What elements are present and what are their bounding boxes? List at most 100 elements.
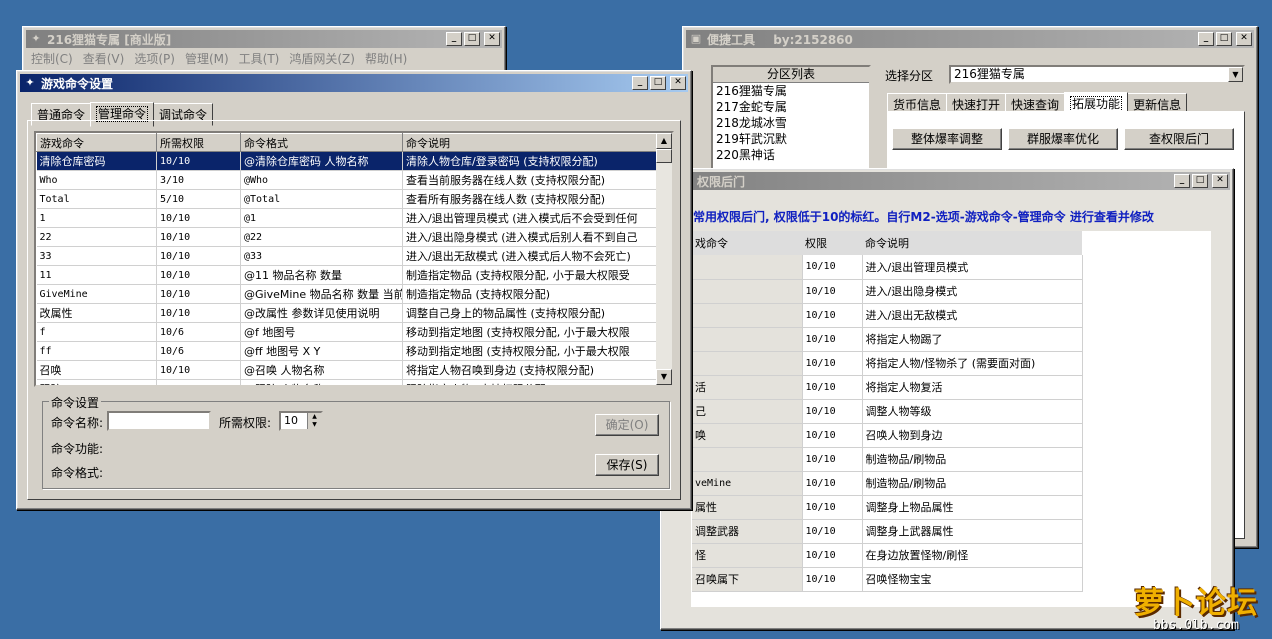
table-row[interactable]: 召唤属下 10/10 召唤怪物宝宝	[692, 567, 1083, 592]
table-cell	[692, 351, 803, 376]
menu-gateway[interactable]: 鸿盾网关(Z)	[284, 50, 360, 67]
menu-view[interactable]: 查看(V)	[78, 50, 130, 67]
menu-control[interactable]: 控制(C)	[26, 50, 78, 67]
command-name-input[interactable]	[107, 411, 211, 431]
table-scrollbar[interactable]: ▲ ▼	[656, 133, 672, 385]
list-item[interactable]: 220黑神话	[713, 147, 869, 163]
backdoor-window: 权限后门 _ □ ✕ 常用权限后门, 权限低于10的标红。自行M2-选项-游戏命…	[660, 168, 1234, 630]
table-cell: 10/10	[802, 447, 863, 472]
main-window-titlebar[interactable]: ✦ 216狸猫专属 [商业版] _ □ ✕	[26, 30, 502, 48]
column-header[interactable]: 所需权限	[156, 133, 241, 152]
command-table[interactable]: 游戏命令 所需权限 命令格式 命令说明 清除仓库密码 10/10 @清除仓库密码 人…	[34, 131, 674, 387]
scroll-down-icon[interactable]: ▼	[656, 369, 672, 385]
main-menubar: 控制(C) 查看(V) 选项(P) 管理(M) 工具(T) 鸿盾网关(Z) 帮助…	[26, 49, 502, 67]
table-row[interactable]: 11 10/10 @11 物品名称 数量 制造指定物品 (支持权限分配, 小于最大权限…	[36, 265, 657, 285]
table-row[interactable]: f 10/6 @f 地图号 移动到指定地图 (支持权限分配, 小于最大权限	[36, 322, 657, 342]
minimize-icon[interactable]: _	[1174, 174, 1190, 188]
scroll-thumb[interactable]	[656, 149, 672, 163]
maximize-icon[interactable]: □	[650, 76, 666, 90]
table-cell: @ff 地图号 X Y	[240, 341, 403, 361]
list-item[interactable]: 216狸猫专属	[713, 83, 869, 99]
cmd-window-titlebar[interactable]: ✦ 游戏命令设置 _ □ ✕	[20, 74, 688, 92]
table-row[interactable]: 10/10 进入/退出隐身模式	[692, 279, 1083, 304]
table-row[interactable]: 10/10 制造物品/刷物品	[692, 447, 1083, 472]
backdoor-window-titlebar[interactable]: 权限后门 _ □ ✕	[664, 172, 1230, 190]
command-function-label: 命令功能:	[51, 442, 104, 456]
table-row[interactable]: 怪 10/10 在身边放置怪物/刷怪	[692, 543, 1083, 568]
table-row[interactable]: 属性 10/10 调整身上物品属性	[692, 495, 1083, 520]
table-row[interactable]: 唤 10/10 召唤人物到身边	[692, 423, 1083, 448]
close-icon[interactable]: ✕	[1212, 174, 1228, 188]
table-row[interactable]: 清除仓库密码 10/10 @清除仓库密码 人物名称 清除人物仓库/登录密码 (支持权限…	[36, 151, 657, 171]
table-row[interactable]: 1 10/10 @1 进入/退出管理员模式 (进入模式后不会受到任何	[36, 208, 657, 228]
table-row[interactable]: 调整武器 10/10 调整身上武器属性	[692, 519, 1083, 544]
menu-help[interactable]: 帮助(H)	[360, 50, 412, 67]
maximize-icon[interactable]: □	[1216, 32, 1232, 46]
table-cell: @Who	[240, 170, 403, 190]
table-cell: 11	[36, 265, 157, 285]
column-header[interactable]: 命令格式	[240, 133, 403, 152]
tool-window-titlebar[interactable]: ▣ 便捷工具 by:2152860 _ □ ✕	[686, 30, 1254, 48]
column-header[interactable]: 游戏命令	[36, 133, 157, 152]
close-icon[interactable]: ✕	[670, 76, 686, 90]
list-item[interactable]: 219轩武沉默	[713, 131, 869, 147]
permission-stepper[interactable]: 10 ▲ ▼	[279, 411, 323, 431]
group-droprate-button[interactable]: 群服爆率优化	[1008, 128, 1118, 150]
permission-value: 10	[284, 414, 298, 427]
table-row[interactable]: Who 3/10 @Who 查看当前服务器在线人数 (支持权限分配)	[36, 170, 657, 190]
column-header[interactable]: 命令说明	[402, 133, 657, 152]
table-row[interactable]: ff 10/6 @ff 地图号 X Y 移动到指定地图 (支持权限分配, 小于最大权限	[36, 341, 657, 361]
partition-select[interactable]: 216狸猫专属 ▼	[949, 65, 1245, 84]
table-cell: 调整武器	[692, 519, 803, 544]
table-row[interactable]: 10/10 进入/退出无敌模式	[692, 303, 1083, 328]
table-row[interactable]: 22 10/10 @22 进入/退出隐身模式 (进入模式后别人看不到自己	[36, 227, 657, 247]
spin-arrows-icon[interactable]: ▲ ▼	[307, 413, 321, 429]
table-cell: 清除人物仓库/登录密码 (支持权限分配)	[402, 151, 657, 171]
column-header[interactable]: 权限	[802, 231, 862, 255]
minimize-icon[interactable]: _	[632, 76, 648, 90]
minimize-icon[interactable]: _	[446, 32, 462, 46]
table-row[interactable]: 10/10 进入/退出管理员模式	[692, 255, 1083, 280]
table-row[interactable]: 跟踪10/10@跟踪 人物名称跟踪指定人物 (支持权限分配)	[36, 379, 657, 385]
chevron-down-icon[interactable]: ▼	[1228, 67, 1243, 82]
table-cell: 怪	[692, 543, 803, 568]
table-row[interactable]: 召唤 10/10 @召唤 人物名称 将指定人物召唤到身边 (支持权限分配)	[36, 360, 657, 380]
table-cell: 进入/退出管理员模式 (进入模式后不会受到任何	[402, 208, 657, 228]
table-row[interactable]: 活 10/10 将指定人物复活	[692, 375, 1083, 400]
menu-options[interactable]: 选项(P)	[129, 50, 180, 67]
minimize-icon[interactable]: _	[1198, 32, 1214, 46]
maximize-icon[interactable]: □	[464, 32, 480, 46]
table-row[interactable]: veMine 10/10 制造物品/刷物品	[692, 471, 1083, 496]
table-cell: 召唤人物到身边	[862, 423, 1083, 448]
table-row[interactable]: 10/10 将指定人物/怪物杀了 (需要面对面)	[692, 351, 1083, 376]
list-item[interactable]: 218龙城冰雪	[713, 115, 869, 131]
confirm-button[interactable]: 确定(O)	[595, 414, 659, 436]
menu-tools[interactable]: 工具(T)	[234, 50, 285, 67]
table-cell: 调整身上武器属性	[862, 519, 1083, 544]
table-row[interactable]: 己 10/10 调整人物等级	[692, 399, 1083, 424]
table-row[interactable]: GiveMine 10/10 @GiveMine 物品名称 数量 当前 制造指定物品 …	[36, 284, 657, 304]
partition-list[interactable]: 分区列表 216狸猫专属 217金蛇专属 218龙城冰雪 219轩武沉默 220…	[711, 65, 871, 173]
close-icon[interactable]: ✕	[484, 32, 500, 46]
table-cell: 10/10	[156, 265, 241, 285]
table-cell: 制造指定物品 (支持权限分配, 小于最大权限受	[402, 265, 657, 285]
overall-droprate-button[interactable]: 整体爆率调整	[892, 128, 1002, 150]
column-header[interactable]: 戏命令	[692, 231, 802, 255]
list-item[interactable]: 217金蛇专属	[713, 99, 869, 115]
column-header[interactable]: 命令说明	[862, 231, 1082, 255]
table-cell: 制造指定物品 (支持权限分配)	[402, 284, 657, 304]
backdoor-table[interactable]: 戏命令 权限 命令说明 10/10 进入/退出管理员模式 10/10 进入/退出隐身模…	[691, 231, 1211, 607]
table-row[interactable]: 改属性 10/10 @改属性 参数详见使用说明 调整自己身上的物品属性 (支持权限分配…	[36, 303, 657, 323]
tool-window-author: by:2152860	[773, 32, 853, 47]
table-cell: 查看所有服务器在线人数 (支持权限分配)	[402, 189, 657, 209]
table-row[interactable]: Total 5/10 @Total 查看所有服务器在线人数 (支持权限分配)	[36, 189, 657, 209]
table-row[interactable]: 33 10/10 @33 进入/退出无敌模式 (进入模式后人物不会死亡)	[36, 246, 657, 266]
scroll-up-icon[interactable]: ▲	[656, 133, 672, 149]
menu-manage[interactable]: 管理(M)	[180, 50, 234, 67]
table-cell: 改属性	[36, 303, 157, 323]
check-backdoor-button[interactable]: 查权限后门	[1124, 128, 1234, 150]
close-icon[interactable]: ✕	[1236, 32, 1252, 46]
table-row[interactable]: 10/10 将指定人物踢了	[692, 327, 1083, 352]
save-button[interactable]: 保存(S)	[595, 454, 659, 476]
maximize-icon[interactable]: □	[1192, 174, 1208, 188]
